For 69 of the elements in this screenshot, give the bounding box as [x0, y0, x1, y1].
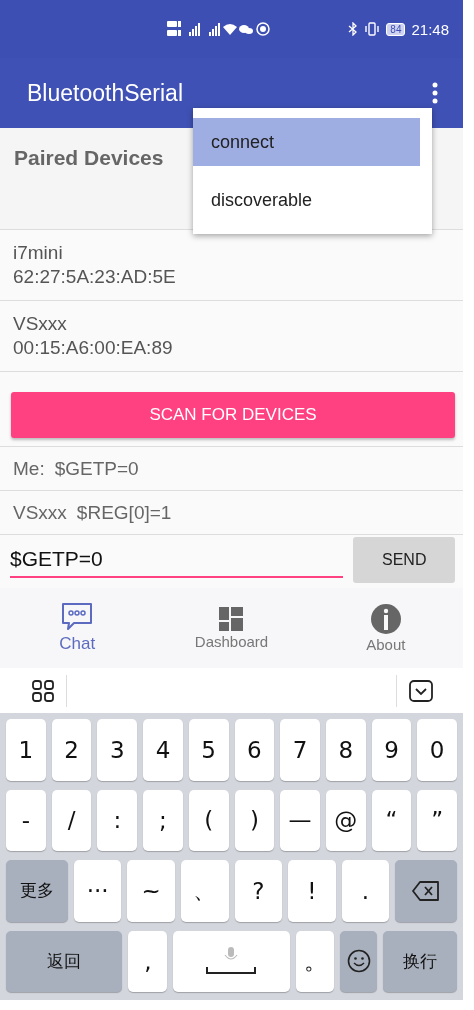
menu-item[interactable]: discoverable	[193, 176, 432, 224]
keyboard-key[interactable]: .	[341, 860, 390, 922]
backspace-icon	[412, 880, 441, 901]
message-text: $REG[0]=1	[76, 501, 172, 524]
keyboard-key[interactable]: 7	[280, 719, 320, 781]
apps-grid-icon[interactable]	[32, 679, 54, 702]
app-title: BluetoothSerial	[27, 79, 183, 107]
keyboard-key[interactable]: (	[188, 789, 229, 851]
keyboard-key[interactable]: ”	[417, 789, 458, 851]
signal-icon	[189, 23, 200, 36]
hide-keyboard-icon[interactable]	[409, 679, 433, 702]
device-address: 62:27:5A:23:AD:5E	[13, 265, 177, 289]
device-item[interactable]: VSxxx 00:15:A6:00:EA:89	[0, 301, 463, 372]
wifi-icon	[223, 24, 237, 35]
keyboard-key[interactable]: 换行	[383, 930, 457, 992]
keyboard-key[interactable]: 0	[417, 719, 458, 781]
keyboard-key[interactable]: 、	[180, 860, 229, 922]
message-sender: Me:	[13, 457, 45, 480]
menu-item[interactable]: connect	[193, 118, 420, 166]
keyboard-key[interactable]: ···	[73, 860, 122, 922]
device-name: i7mini	[13, 241, 64, 265]
battery-level: 84	[386, 22, 406, 36]
keyboard-key[interactable]: @	[325, 789, 366, 851]
keyboard-key[interactable]: “	[371, 789, 412, 851]
device-name: VSxxx	[13, 312, 68, 336]
keyboard-key[interactable]: ~	[127, 860, 175, 922]
vibrate-icon	[364, 22, 381, 36]
nav-tab[interactable]: About	[308, 588, 463, 668]
device-item[interactable]: i7mini 62:27:5A:23:AD:5E	[0, 230, 463, 301]
keyboard-key[interactable]: 更多	[6, 860, 68, 922]
bluetooth-icon	[348, 22, 359, 36]
keyboard-key[interactable]: 返回	[6, 930, 123, 992]
keyboard-key[interactable]: :	[97, 789, 138, 851]
keyboard-key[interactable]: 2	[51, 719, 92, 781]
info-icon	[370, 603, 401, 634]
keyboard-key[interactable]: 1	[6, 719, 46, 781]
section-title: Paired Devices	[14, 146, 164, 169]
keyboard-key[interactable]: 3	[97, 719, 138, 781]
keyboard-key[interactable]: ,	[128, 930, 168, 992]
microphone-space-icon	[205, 947, 258, 976]
keyboard-key[interactable]: ;	[143, 789, 183, 851]
keyboard-key[interactable]: )	[234, 789, 275, 851]
backspace-key[interactable]	[395, 860, 458, 922]
smiley-icon	[346, 949, 371, 974]
keyboard-key[interactable]: 。	[295, 930, 335, 992]
keyboard-key[interactable]: —	[280, 789, 320, 851]
message-input[interactable]: $GETP=0	[10, 542, 344, 578]
keyboard-key[interactable]: -	[6, 789, 46, 851]
keyboard-key[interactable]: 4	[143, 719, 183, 781]
dashboard-icon	[219, 606, 244, 631]
keyboard-key[interactable]: !	[288, 860, 336, 922]
keyboard-key[interactable]: 6	[234, 719, 275, 781]
send-button[interactable]: SEND	[353, 537, 455, 583]
keyboard-key[interactable]: 5	[188, 719, 229, 781]
clock: 21:48	[411, 20, 449, 38]
keyboard-key[interactable]: ?	[234, 860, 283, 922]
nav-tab[interactable]: Chat	[0, 588, 155, 668]
hd-icon	[167, 21, 181, 36]
emoji-key[interactable]	[340, 930, 378, 992]
overflow-menu-icon[interactable]	[432, 82, 438, 104]
keyboard-key[interactable]: 8	[325, 719, 366, 781]
device-address: 00:15:A6:00:EA:89	[13, 336, 174, 360]
nav-tab[interactable]: Dashboard	[154, 588, 309, 668]
chat-bubble-icon	[60, 602, 95, 632]
message-sender: VSxxx	[13, 501, 67, 524]
keyboard-key[interactable]: /	[51, 789, 92, 851]
message-text: $GETP=0	[54, 457, 139, 480]
signal-icon	[209, 23, 220, 36]
keyboard-key[interactable]: 9	[371, 719, 412, 781]
